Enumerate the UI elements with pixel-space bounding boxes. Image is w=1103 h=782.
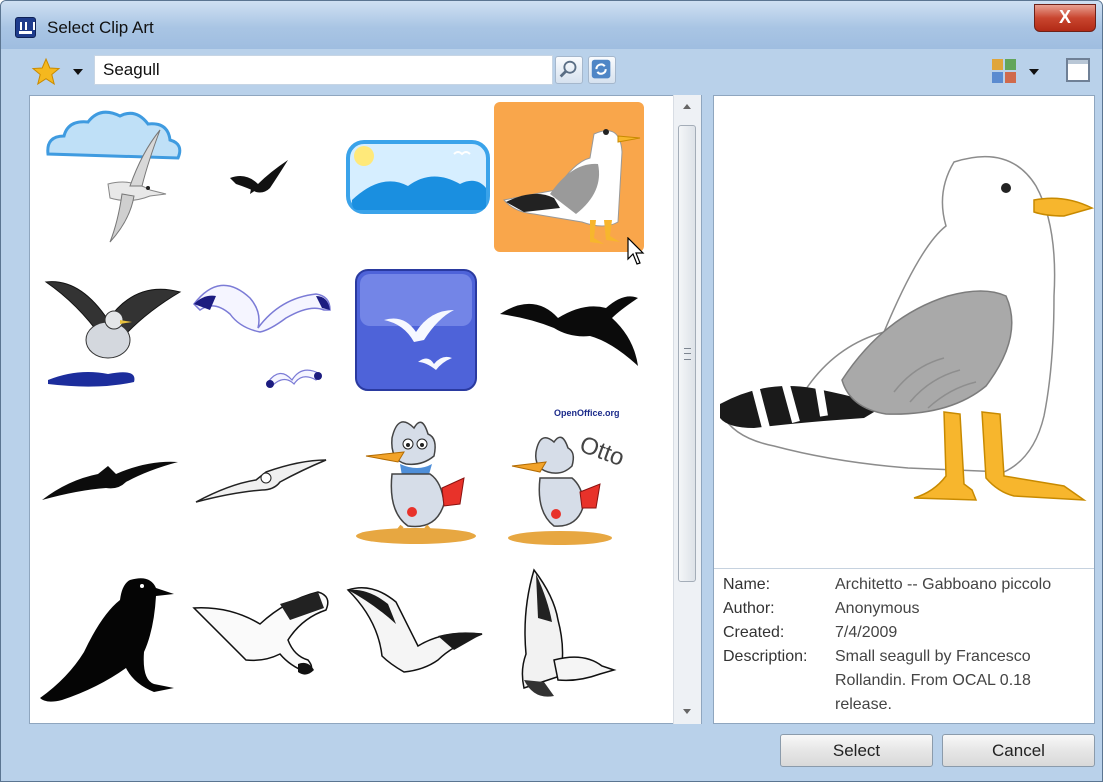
- view-dropdown-icon[interactable]: [1029, 69, 1039, 75]
- description-line-3: release.: [835, 696, 892, 713]
- clip-item-black-bird-silhouette-small[interactable]: [190, 102, 342, 258]
- close-icon: X: [1058, 7, 1071, 27]
- clip-details: Name: Architetto -- Gabboano piccolo Aut…: [714, 568, 1094, 724]
- clip-art-gallery: OpenOffice.org Otto: [29, 95, 702, 724]
- clip-item-gull-gliding-silhouette[interactable]: [38, 408, 190, 564]
- clip-item-gull-sketch-diving[interactable]: [342, 560, 494, 716]
- refresh-icon: [591, 59, 611, 79]
- author-label: Author:: [723, 600, 775, 617]
- otto-label: Otto: [576, 431, 628, 472]
- created-label: Created:: [723, 624, 785, 641]
- title-bar: Select Clip Art X: [1, 1, 1102, 49]
- refresh-button[interactable]: [588, 56, 616, 84]
- name-value: Architetto -- Gabboano piccolo: [835, 576, 1052, 593]
- scroll-grip-icon: [684, 348, 691, 360]
- toolbar: [9, 49, 1096, 95]
- preview-pane-icon[interactable]: [1066, 58, 1090, 82]
- clip-item-gull-on-orange-tile[interactable]: [494, 102, 646, 258]
- gallery-scrollbar[interactable]: [673, 95, 701, 724]
- clip-item-cartoon-seagull[interactable]: [342, 408, 494, 564]
- search-icon: [559, 60, 577, 78]
- preview-image: [714, 96, 1094, 568]
- description-label: Description:: [723, 648, 808, 665]
- clip-item-black-gull-silhouette[interactable]: [38, 560, 190, 716]
- clip-item-gull-sketch-flying[interactable]: [190, 560, 342, 716]
- clip-item-seagull-with-cloud[interactable]: [38, 102, 190, 258]
- clip-item-purple-seagull-outline[interactable]: [190, 258, 342, 414]
- author-value: Anonymous: [835, 600, 920, 617]
- clip-item-blue-waves-tile[interactable]: [342, 102, 494, 258]
- name-label: Name:: [723, 576, 771, 593]
- clip-item-cartoon-seagull-otto[interactable]: OpenOffice.org Otto: [494, 408, 646, 564]
- scroll-down-button[interactable]: [674, 700, 701, 724]
- clip-item-gull-gliding-outline[interactable]: [190, 408, 342, 564]
- select-button[interactable]: Select: [780, 734, 933, 767]
- clip-item-gull-landing-on-water[interactable]: [38, 258, 190, 414]
- created-value: 7/4/2009: [835, 624, 898, 641]
- description-line-1: Small seagull by Francesco: [835, 648, 1031, 665]
- select-clip-art-dialog: Select Clip Art X Seagull OpenOffice.org…: [0, 0, 1103, 782]
- window-title: Select Clip Art: [47, 18, 154, 37]
- mouse-cursor-icon: [627, 237, 645, 265]
- search-input[interactable]: [94, 55, 553, 85]
- preview-pane: Name: Architetto -- Gabboano piccolo Aut…: [713, 95, 1095, 724]
- close-button[interactable]: X: [1034, 4, 1096, 32]
- cancel-button[interactable]: Cancel: [942, 734, 1095, 767]
- view-toggle-icon[interactable]: [991, 58, 1017, 84]
- app-icon: [15, 17, 36, 38]
- description-line-2: Rollandin. From OCAL 0.18: [835, 672, 1031, 689]
- favorites-dropdown-icon[interactable]: [73, 69, 83, 75]
- search-button[interactable]: [555, 56, 583, 84]
- clip-item-black-bird-flying[interactable]: [494, 258, 646, 414]
- star-icon[interactable]: [31, 57, 61, 87]
- clip-item-gull-sketch-standing[interactable]: [494, 560, 646, 716]
- scroll-thumb[interactable]: [678, 125, 696, 582]
- openoffice-brand-label: OpenOffice.org: [554, 408, 620, 418]
- scroll-up-button[interactable]: [674, 95, 701, 119]
- clip-item-blue-gull-button[interactable]: [342, 258, 494, 414]
